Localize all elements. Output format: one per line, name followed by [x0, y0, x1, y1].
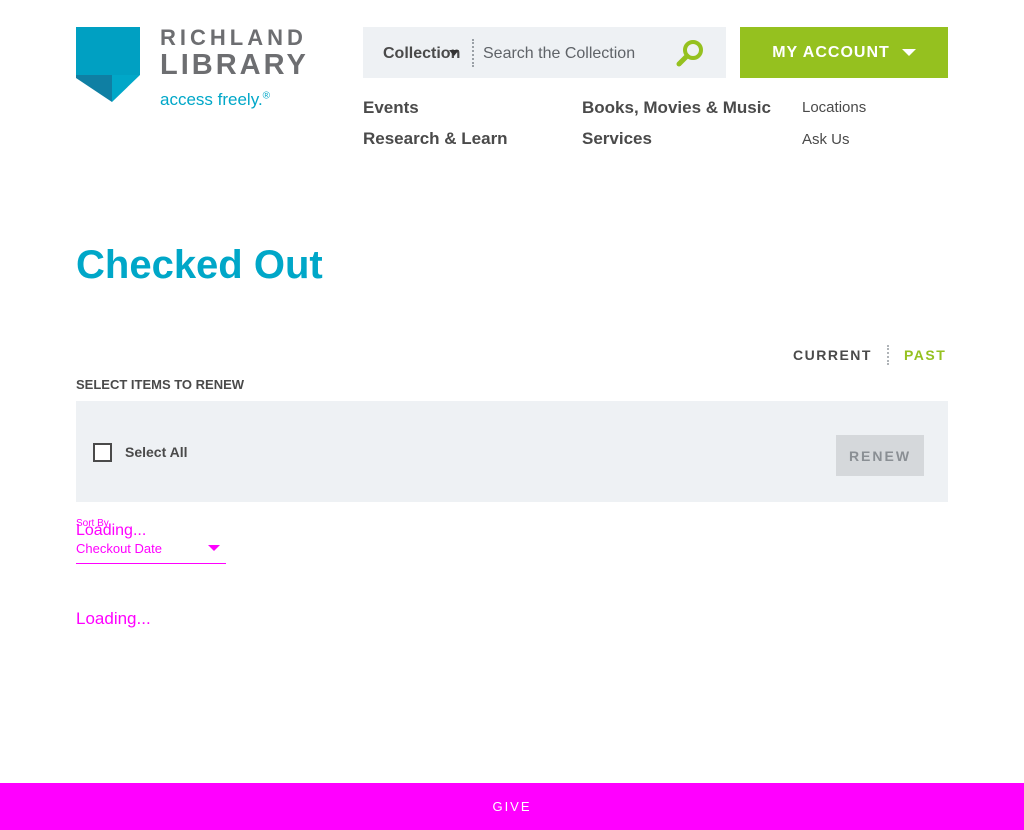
sort-loading-text: Loading...: [76, 522, 147, 539]
search-divider: [472, 39, 474, 67]
give-bar[interactable]: GIVE: [0, 783, 1024, 830]
chevron-down-icon: [208, 545, 220, 551]
nav-ask-us[interactable]: Ask Us: [802, 131, 850, 148]
tab-current[interactable]: CURRENT: [793, 347, 872, 363]
library-logo[interactable]: RICHLAND LIBRARY access freely.®: [76, 27, 326, 117]
renew-button[interactable]: RENEW: [836, 435, 924, 476]
renew-heading: SELECT ITEMS TO RENEW: [76, 377, 245, 392]
search-icon[interactable]: [675, 38, 705, 68]
nav-events[interactable]: Events: [363, 98, 419, 118]
checkout-tabs: CURRENT PAST: [793, 345, 946, 365]
my-account-button[interactable]: MY ACCOUNT: [740, 27, 948, 78]
logo-tagline: access freely.®: [160, 90, 270, 110]
sort-select[interactable]: Sort By Loading... Checkout Date: [76, 518, 226, 564]
search-input[interactable]: [481, 40, 675, 68]
tab-past[interactable]: PAST: [904, 347, 946, 363]
my-account-label: MY ACCOUNT: [772, 43, 890, 61]
search-bar: Collection: [363, 27, 726, 78]
logo-line2: LIBRARY: [160, 49, 309, 81]
give-label: GIVE: [492, 799, 532, 814]
nav-research-learn[interactable]: Research & Learn: [363, 129, 508, 149]
select-all-checkbox[interactable]: [93, 443, 112, 462]
nav-books-movies-music[interactable]: Books, Movies & Music: [582, 98, 771, 118]
list-loading-text: Loading...: [76, 609, 151, 628]
tab-divider: [886, 345, 889, 365]
registered-mark: ®: [262, 90, 271, 102]
page-title: Checked Out: [76, 243, 323, 287]
nav-services[interactable]: Services: [582, 129, 652, 149]
chevron-down-icon[interactable]: [449, 50, 459, 56]
select-all-label[interactable]: Select All: [125, 444, 188, 460]
logo-wordmark: RICHLAND LIBRARY: [160, 27, 309, 80]
nav-locations[interactable]: Locations: [802, 99, 866, 116]
logo-tagline-text: access freely.: [160, 90, 263, 109]
renew-panel: Select All RENEW: [76, 401, 948, 502]
logo-line1: RICHLAND: [160, 25, 307, 50]
chevron-down-icon: [901, 49, 916, 56]
sort-value: Checkout Date: [76, 541, 162, 556]
logo-mark-icon: [76, 27, 140, 102]
